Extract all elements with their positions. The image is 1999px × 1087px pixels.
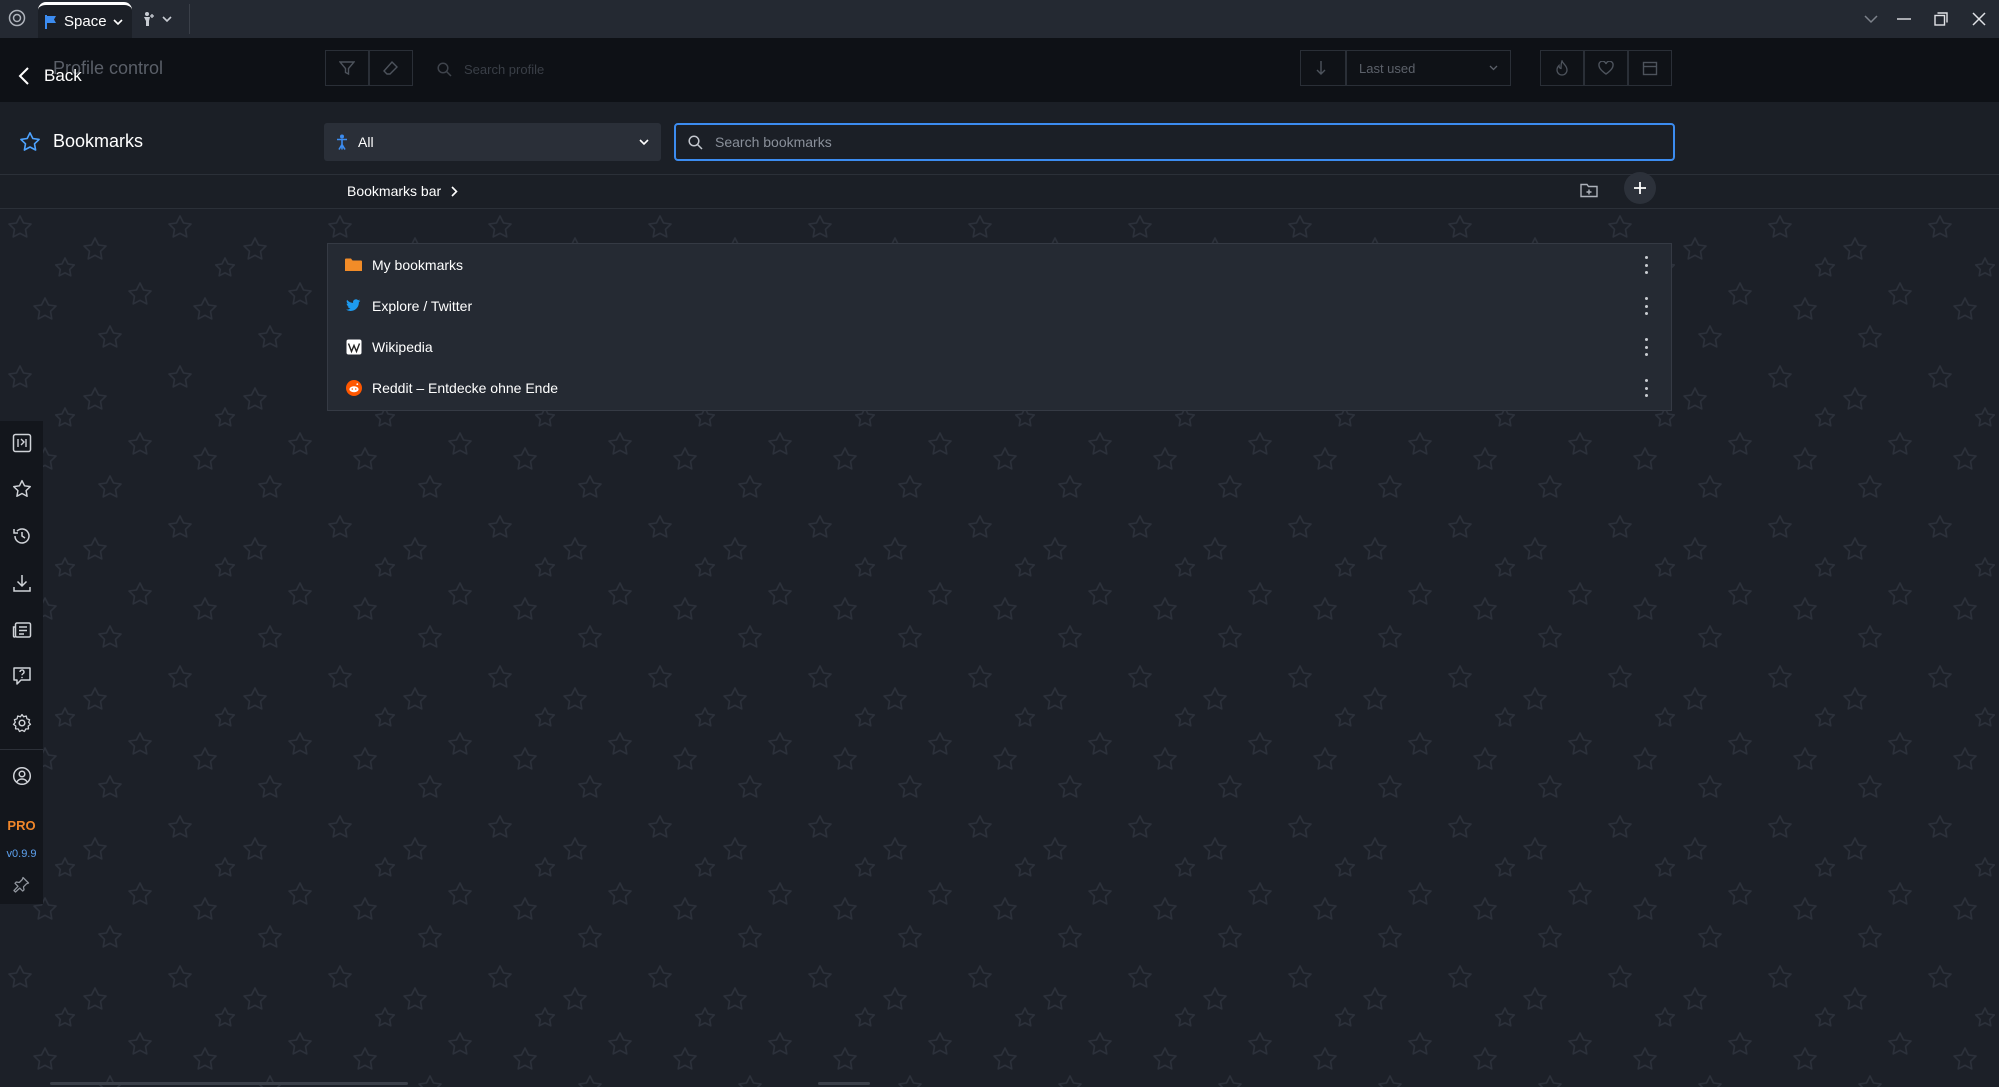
- bookmark-search-input[interactable]: [713, 133, 1617, 151]
- news-icon: [12, 620, 32, 640]
- scrollbar-thumb-secondary: [818, 1082, 870, 1085]
- heart-icon: [1598, 61, 1614, 75]
- sidebar-item-downloads[interactable]: [0, 563, 43, 603]
- pin-sidebar-button[interactable]: [0, 864, 43, 904]
- chevron-down-icon: [1864, 14, 1878, 24]
- back-button[interactable]: Back: [18, 64, 82, 88]
- search-icon: [437, 61, 452, 77]
- profile-search[interactable]: Search profile: [437, 56, 837, 82]
- profile-search-placeholder: Search profile: [464, 61, 545, 77]
- breadcrumb-bookmarks-bar: Bookmarks bar: [347, 183, 442, 199]
- plus-icon: [1633, 181, 1647, 195]
- titlebar-divider: [189, 4, 190, 34]
- wikipedia-icon: [345, 338, 362, 355]
- minimize-icon: [1897, 18, 1911, 20]
- folder-icon: [345, 256, 362, 273]
- back-label: Back: [44, 66, 82, 85]
- close-window-button[interactable]: [1966, 6, 1992, 32]
- calendar-filter-button[interactable]: [1628, 50, 1672, 86]
- pro-badge[interactable]: PRO: [0, 818, 43, 833]
- left-sidebar: PRO v0.9.9: [0, 421, 43, 904]
- fire-icon: [1555, 60, 1569, 76]
- history-icon: [12, 526, 32, 546]
- eraser-icon: [383, 60, 399, 76]
- profile-control-bar: [0, 38, 1999, 102]
- space-tab-label: Space: [64, 13, 107, 30]
- bookmark-filter-select[interactable]: All: [324, 123, 661, 161]
- calendar-icon: [1642, 60, 1658, 76]
- list-item-label: Reddit – Entdecke ohne Ende: [372, 379, 559, 396]
- list-item-label: My bookmarks: [372, 256, 464, 273]
- more-options-icon[interactable]: [1643, 297, 1649, 315]
- sort-select-value: Last used: [1359, 60, 1416, 76]
- new-profile-button[interactable]: [140, 9, 180, 29]
- user-circle-icon: [12, 766, 32, 786]
- list-item[interactable]: Wikipedia: [328, 326, 1671, 367]
- fire-filter-button[interactable]: [1540, 50, 1584, 86]
- star-icon: [12, 479, 32, 499]
- chevron-down-icon: [112, 18, 123, 26]
- download-icon: [12, 573, 32, 593]
- reddit-icon: [345, 379, 362, 396]
- more-options-icon[interactable]: [1643, 338, 1649, 356]
- sidebar-divider: [0, 749, 43, 750]
- list-item-label: Explore / Twitter: [372, 297, 473, 314]
- arrow-left-icon: [18, 67, 30, 85]
- sort-direction-button[interactable]: [1300, 50, 1346, 86]
- app-logo-icon[interactable]: [8, 9, 26, 27]
- filter-icon: [339, 60, 355, 76]
- pin-icon: [13, 876, 30, 893]
- sort-down-icon: [1316, 60, 1330, 76]
- sidebar-item-profiles[interactable]: [0, 423, 43, 463]
- list-item[interactable]: Explore / Twitter: [328, 285, 1671, 326]
- more-options-icon[interactable]: [1643, 256, 1649, 274]
- sidebar-item-news[interactable]: [0, 610, 43, 650]
- list-item-label: Wikipedia: [372, 338, 433, 355]
- add-bookmark-button[interactable]: [1624, 172, 1656, 204]
- flag-icon: [44, 14, 58, 30]
- sidebar-item-help[interactable]: [0, 656, 43, 696]
- sidebar-item-settings[interactable]: [0, 703, 43, 743]
- folder-plus-icon: [1580, 182, 1598, 198]
- maximize-button[interactable]: [1928, 6, 1954, 32]
- chevron-down-icon: [1489, 65, 1498, 71]
- list-item[interactable]: My bookmarks: [328, 244, 1671, 285]
- more-options-icon[interactable]: [1643, 379, 1649, 397]
- person-icon: [336, 134, 348, 150]
- version-label: v0.9.9: [6, 848, 37, 860]
- minimize-button[interactable]: [1891, 6, 1917, 32]
- filter-select-value: All: [358, 134, 374, 150]
- sidebar-item-bookmarks[interactable]: [0, 469, 43, 509]
- bookmarks-title: Bookmarks: [53, 131, 144, 151]
- search-icon: [688, 134, 703, 150]
- gear-icon: [12, 713, 32, 733]
- chevron-right-icon: [451, 185, 458, 197]
- horizontal-scrollbar[interactable]: [50, 1082, 408, 1085]
- profiles-icon: [12, 433, 32, 453]
- bookmark-list: My bookmarks Explore / Twitter Wikipedia…: [327, 243, 1672, 411]
- bookmark-search-box[interactable]: [674, 123, 1675, 161]
- space-tab[interactable]: Space: [38, 2, 132, 38]
- breadcrumb[interactable]: Bookmarks bar: [347, 182, 458, 200]
- favorite-filter-button[interactable]: [1584, 50, 1628, 86]
- title-bar: [0, 0, 1999, 39]
- person-add-icon: [140, 11, 156, 27]
- breadcrumb-row: [0, 175, 1999, 209]
- sort-select[interactable]: Last used: [1346, 50, 1511, 86]
- sidebar-item-history[interactable]: [0, 516, 43, 556]
- sidebar-item-account[interactable]: [0, 756, 43, 796]
- close-icon: [1972, 12, 1986, 26]
- bookmarks-star-icon: [19, 131, 41, 153]
- chevron-down-icon: [639, 138, 649, 146]
- restore-icon: [1934, 12, 1948, 26]
- list-item[interactable]: Reddit – Entdecke ohne Ende: [328, 367, 1671, 408]
- help-chat-icon: [12, 666, 32, 686]
- tab-list-button[interactable]: [1858, 6, 1884, 32]
- clear-filter-button[interactable]: [369, 50, 413, 86]
- chevron-down-icon: [162, 15, 172, 23]
- new-folder-button[interactable]: [1576, 177, 1602, 203]
- twitter-icon: [345, 297, 362, 314]
- filter-button[interactable]: [325, 50, 369, 86]
